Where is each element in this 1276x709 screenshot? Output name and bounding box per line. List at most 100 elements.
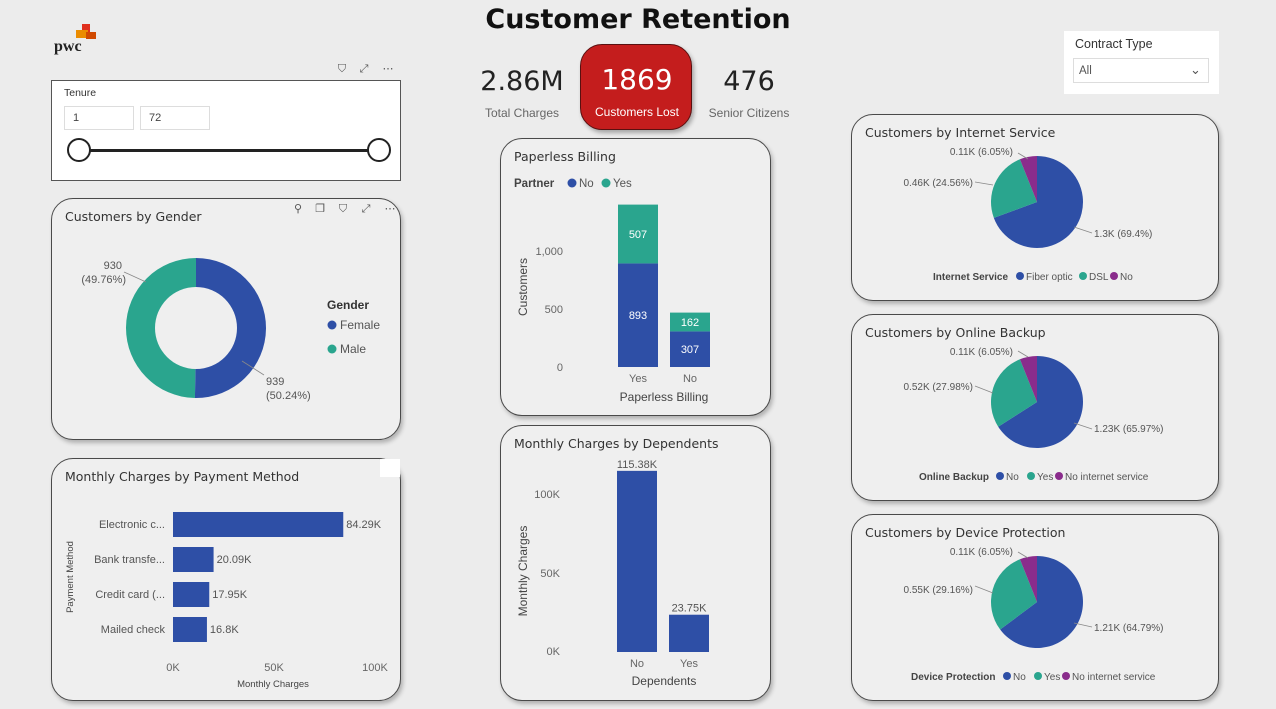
paperless-value-yes: 507 <box>629 229 647 241</box>
dependents-cat-no: No <box>630 658 644 670</box>
more-options-icon[interactable]: ⋯ <box>380 62 396 76</box>
gender-chart-card: Customers by Gender ⚲ ❐ ⛉ ⤢ ⋯ 930 (49.76… <box>51 198 401 440</box>
legend-no-label: No <box>579 178 594 190</box>
dependents-value-label: 23.75K <box>672 603 708 615</box>
dependents-value-label: 115.38K <box>617 459 658 471</box>
internet-legend-title: Internet Service <box>933 272 1008 283</box>
legend-backup-no-label: No <box>1006 472 1019 483</box>
payment-bar[interactable] <box>173 582 210 607</box>
tenure-slicer-toolbar: ⛉ ⤢ ⋯ <box>334 62 402 78</box>
legend-fiber-swatch <box>1016 272 1024 280</box>
legend-yes-label: Yes <box>613 178 632 190</box>
pwc-logo-text: pwc <box>54 38 82 55</box>
payment-tick-1: 50K <box>264 662 284 674</box>
device-protection-pie-chart: 0.11K (6.05%) 0.55K (29.16%) 1.21K (64.7… <box>904 547 1164 683</box>
legend-male-label: Male <box>340 342 366 356</box>
filter-icon[interactable]: ⛉ <box>334 62 350 76</box>
tenure-max-input[interactable]: 72 <box>140 106 210 130</box>
legend-backup-no-swatch <box>996 472 1004 480</box>
payment-value-label: 84.29K <box>346 519 382 531</box>
dependents-chart-card: Monthly Charges by Dependents Monthly Ch… <box>500 425 771 701</box>
legend-dsl-swatch <box>1079 272 1087 280</box>
device-label-no-internet: 0.11K (6.05%) <box>950 547 1013 558</box>
kpi-customers-lost-value: 1869 <box>601 63 673 96</box>
payment-bar-chart: Payment Method Electronic c... 84.29K Bank… <box>65 512 389 690</box>
paperless-value-yes: 162 <box>681 317 699 329</box>
legend-device-no-label: No <box>1013 672 1026 683</box>
payment-tick-0: 0K <box>166 662 180 674</box>
dependents-ytick-2: 0K <box>547 646 561 658</box>
legend-male-swatch <box>327 344 337 354</box>
paperless-ylabel: Customers <box>516 258 530 316</box>
legend-no-service-swatch <box>1110 272 1118 280</box>
paperless-value-no: 893 <box>629 310 647 322</box>
legend-device-no-swatch <box>1003 672 1011 680</box>
kpi-senior-citizens-value: 476 <box>723 66 775 97</box>
paperless-value-no: 307 <box>681 344 699 356</box>
device-protection-chart-card: Customers by Device Protection 0.11K (6.… <box>851 514 1219 701</box>
legend-backup-noint-label: No internet service <box>1065 472 1149 483</box>
payment-category-label: Mailed check <box>101 624 166 636</box>
gender-female-pct: (50.24%) <box>266 390 311 402</box>
kpi-customers-lost-label: Customers Lost <box>594 105 680 119</box>
legend-backup-noint-swatch <box>1055 472 1063 480</box>
online-backup-chart-card: Customers by Online Backup 0.11K (6.05%)… <box>851 314 1219 501</box>
kpi-customers-lost-card: 1869 Customers Lost <box>580 44 692 130</box>
payment-value-label: 16.8K <box>210 624 239 636</box>
payment-tick-2: 100K <box>362 662 388 674</box>
payment-category-label: Bank transfe... <box>94 554 165 566</box>
internet-label-no: 0.11K (6.05%) <box>950 147 1013 158</box>
paperless-stacked-bar-chart: Partner No Yes Customers 1,000 500 0 893… <box>514 178 710 404</box>
paperless-legend-title: Partner <box>514 178 555 190</box>
dependents-ytick-0: 100K <box>534 489 560 501</box>
tenure-slider-max-handle[interactable] <box>367 138 391 162</box>
legend-backup-yes-label: Yes <box>1037 472 1053 483</box>
internet-label-fiber: 1.3K (69.4%) <box>1094 229 1152 240</box>
backup-label-yes: 0.52K (27.98%) <box>904 382 974 393</box>
paperless-cat-no: No <box>683 373 697 385</box>
backup-label-no: 1.23K (65.97%) <box>1094 424 1164 435</box>
paperless-ytick-2: 0 <box>557 362 563 374</box>
contract-type-title: Contract Type <box>1075 37 1153 51</box>
legend-device-yes-label: Yes <box>1044 672 1060 683</box>
legend-no-service-label: No <box>1120 272 1133 283</box>
kpi-total-charges-value: 2.86M <box>480 66 564 97</box>
legend-device-yes-swatch <box>1034 672 1042 680</box>
device-label-no: 1.21K (64.79%) <box>1094 623 1164 634</box>
tenure-min-input[interactable]: 1 <box>64 106 134 130</box>
gender-male-pct: (49.76%) <box>81 274 126 286</box>
dependents-ytick-1: 50K <box>540 568 560 580</box>
internet-service-pie-chart: 0.11K (6.05%) 0.46K (24.56%) 1.3K (69.4%… <box>904 147 1153 283</box>
chevron-down-icon[interactable]: ⌄ <box>1190 62 1201 78</box>
paperless-chart-card: Paperless Billing Partner No Yes Custome… <box>500 138 771 416</box>
legend-female-swatch <box>327 320 337 330</box>
tenure-slicer-title: Tenure <box>64 87 97 99</box>
paperless-xlabel: Paperless Billing <box>620 390 709 404</box>
gender-legend-title: Gender <box>327 298 369 312</box>
contract-type-slicer: Contract Type All ⌄ <box>1064 31 1219 94</box>
tenure-slider-min-handle[interactable] <box>67 138 91 162</box>
payment-bar[interactable] <box>173 617 207 642</box>
legend-female-label: Female <box>340 318 380 332</box>
gender-male-value: 930 <box>104 260 122 272</box>
payment-category-label: Credit card (... <box>95 589 165 601</box>
contract-type-dropdown[interactable]: All ⌄ <box>1073 58 1209 83</box>
dependents-ylabel: Monthly Charges <box>516 526 530 617</box>
legend-device-noint-swatch <box>1062 672 1070 680</box>
paperless-cat-yes: Yes <box>629 373 647 385</box>
dependents-bar[interactable] <box>669 614 709 652</box>
tenure-slicer: Tenure 1 72 <box>51 80 401 181</box>
dependents-xlabel: Dependents <box>632 674 697 688</box>
payment-bar[interactable] <box>173 547 214 572</box>
gender-donut-chart: 930 (49.76%) 939 (50.24%) Gender Female … <box>81 258 380 402</box>
payment-value-label: 17.95K <box>212 589 248 601</box>
contract-type-selected: All <box>1079 65 1092 77</box>
payment-xlabel: Monthly Charges <box>237 679 309 690</box>
payment-bar[interactable] <box>173 512 344 537</box>
tenure-slider-track[interactable] <box>79 149 379 152</box>
device-legend-title: Device Protection <box>911 672 995 683</box>
legend-dsl-label: DSL <box>1089 272 1109 283</box>
focus-mode-icon[interactable]: ⤢ <box>356 62 372 76</box>
internet-service-chart-card: Customers by Internet Service 0.11K (6.0… <box>851 114 1219 301</box>
dependents-bar[interactable] <box>617 470 657 652</box>
